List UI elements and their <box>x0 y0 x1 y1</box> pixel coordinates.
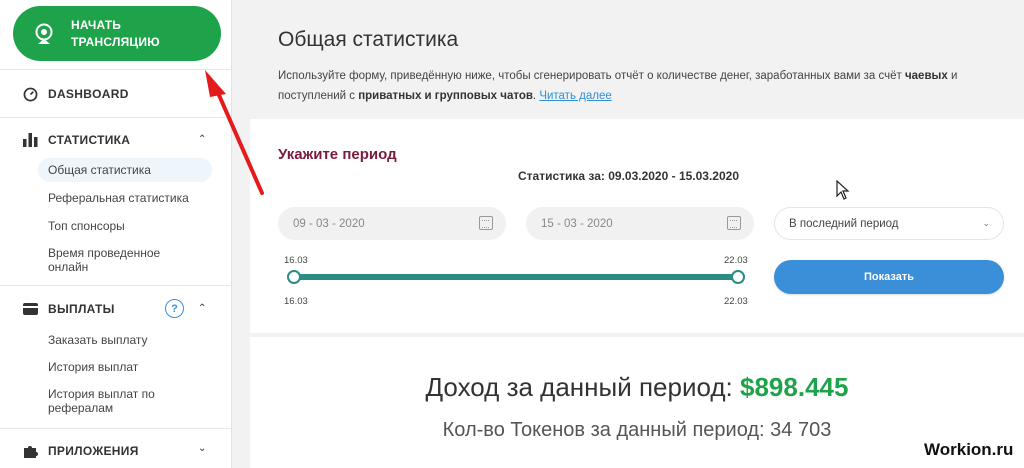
chevron-up-icon[interactable]: ⌃ <box>198 134 206 145</box>
slider-start-label: 16.03 <box>284 255 308 266</box>
nav-dashboard[interactable]: DASHBOARD <box>22 86 129 102</box>
date-to-value: 15 - 03 - 2020 <box>541 217 613 230</box>
sidebar-item-payout-history[interactable]: История выплат <box>48 360 138 374</box>
watermark: Workion.ru <box>924 440 1014 459</box>
sidebar-item-referral-payout-history[interactable]: История выплат по рефералам <box>48 387 198 415</box>
income-value: $898.445 <box>740 372 849 402</box>
nav-statistics[interactable]: СТАТИСТИКА <box>22 132 130 148</box>
puzzle-icon <box>22 443 38 459</box>
wallet-icon <box>22 301 38 317</box>
dashboard-gauge-icon <box>22 86 38 102</box>
sidebar-item-order-payout[interactable]: Заказать выплату <box>48 333 148 347</box>
sidebar-item-general-stats[interactable]: Общая статистика <box>38 158 212 182</box>
read-more-link[interactable]: Читать далее <box>539 90 611 102</box>
period-select-value: В последний период <box>789 217 899 230</box>
period-title: Укажите период <box>278 146 397 163</box>
nav-statistics-label: СТАТИСТИКА <box>48 133 131 147</box>
help-icon[interactable]: ? <box>165 299 184 318</box>
income-label: Доход за данный период: <box>425 372 733 402</box>
income-line: Доход за данный период: $898.445 <box>250 372 1024 403</box>
divider <box>0 285 232 286</box>
slider-start-bottom-label: 16.03 <box>284 296 308 307</box>
nav-payouts-label: ВЫПЛАТЫ <box>48 302 115 316</box>
slider-end-label: 22.03 <box>724 255 748 266</box>
start-broadcast-button[interactable]: НАЧАТЬ ТРАНСЛЯЦИЮ <box>13 6 221 61</box>
nav-dashboard-label: DASHBOARD <box>48 87 129 101</box>
nav-payouts[interactable]: ВЫПЛАТЫ <box>22 301 115 317</box>
show-button[interactable]: Показать <box>774 260 1004 294</box>
intro-text-part: Используйте форму, приведённую ниже, что… <box>278 70 902 82</box>
start-broadcast-label: НАЧАТЬ ТРАНСЛЯЦИЮ <box>71 17 160 49</box>
page-title: Общая статистика <box>278 28 459 51</box>
divider <box>0 69 232 70</box>
chevron-down-icon[interactable]: ⌄ <box>198 443 206 454</box>
slider-start-handle[interactable] <box>287 270 301 284</box>
sidebar-item-top-sponsors[interactable]: Топ спонсоры <box>48 219 125 233</box>
intro-bold-tips: чаевых <box>904 70 948 82</box>
date-to-field[interactable]: 15 - 03 - 2020 <box>526 207 754 240</box>
intro-bold-chats: приватных и групповых чатов <box>358 90 533 102</box>
calendar-icon[interactable] <box>479 216 493 230</box>
date-range-slider[interactable] <box>293 274 738 280</box>
nav-apps-label: ПРИЛОЖЕНИЯ <box>48 444 139 458</box>
sidebar-item-referral-stats[interactable]: Реферальная статистика <box>48 191 189 205</box>
calendar-icon[interactable] <box>727 216 741 230</box>
cursor-icon <box>836 179 850 205</box>
chevron-down-icon: ⌄ <box>982 218 990 228</box>
bar-chart-icon <box>22 132 38 148</box>
divider <box>0 117 232 118</box>
period-select[interactable]: В последний период ⌄ <box>774 207 1004 240</box>
date-from-field[interactable]: 09 - 03 - 2020 <box>278 207 506 240</box>
sidebar-item-online-time[interactable]: Время проведенное онлайн <box>48 246 188 274</box>
date-from-value: 09 - 03 - 2020 <box>293 217 365 230</box>
nav-apps[interactable]: ПРИЛОЖЕНИЯ <box>22 443 139 459</box>
sidebar: НАЧАТЬ ТРАНСЛЯЦИЮ DASHBOARD СТАТИСТИКА ⌃… <box>0 0 232 468</box>
chevron-up-icon[interactable]: ⌃ <box>198 303 206 314</box>
tokens-text: Кол-во Токенов за данный период: 34 703 <box>442 419 832 441</box>
intro-text: Используйте форму, приведённую ниже, что… <box>278 70 958 102</box>
slider-end-handle[interactable] <box>731 270 745 284</box>
divider <box>0 428 232 429</box>
slider-end-bottom-label: 22.03 <box>724 296 748 307</box>
stat-range-text: Статистика за: 09.03.2020 - 15.03.2020 <box>518 169 740 183</box>
webcam-icon <box>33 23 55 45</box>
